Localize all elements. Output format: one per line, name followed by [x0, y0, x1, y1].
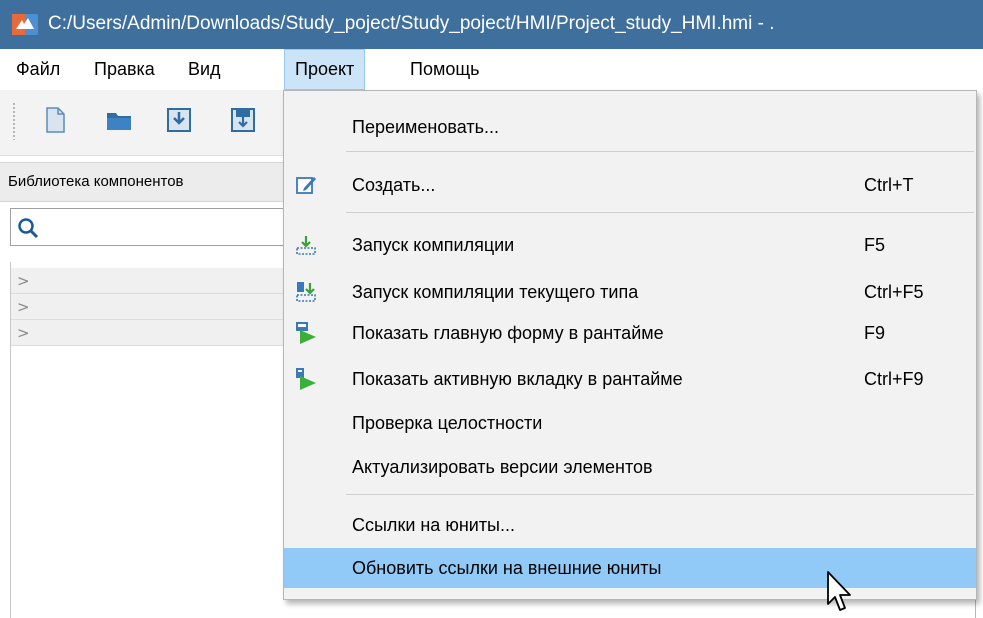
menu-separator: [346, 212, 974, 213]
menu-item-show-active-tab[interactable]: Показать активную вкладку в рантайме Ctr…: [284, 359, 976, 399]
menu-item-compile[interactable]: Запуск компиляции F5: [284, 225, 976, 265]
search-icon: [18, 218, 39, 239]
import-icon[interactable]: [164, 105, 194, 135]
menu-view[interactable]: Вид: [178, 49, 231, 90]
menu-item-compile-current-type[interactable]: Запуск компиляции текущего типа Ctrl+F5: [284, 272, 976, 312]
menu-separator: [346, 151, 974, 152]
toolbar: [0, 90, 290, 156]
toolbar-grip[interactable]: [12, 102, 16, 140]
title-bar: C:/Users/Admin/Downloads/Study_poject/St…: [0, 0, 983, 49]
menu-item-rename[interactable]: Переименовать...: [284, 107, 976, 147]
open-folder-icon[interactable]: [104, 105, 134, 135]
component-tree: > > >: [10, 262, 293, 618]
menu-bar: Файл Правка Вид Проект Помощь: [0, 49, 983, 90]
search-input[interactable]: [10, 208, 292, 246]
save-icon[interactable]: [228, 105, 258, 135]
menu-item-update-element-versions[interactable]: Актуализировать версии элементов: [284, 447, 976, 487]
window-title: C:/Users/Admin/Downloads/Study_poject/St…: [48, 13, 775, 34]
compile-type-icon: [296, 282, 316, 302]
mouse-pointer-icon: [827, 571, 851, 611]
menu-item-integrity-check[interactable]: Проверка целостности: [284, 403, 976, 443]
project-menu-dropdown: Переименовать... Создать... Ctrl+T Запус…: [283, 90, 977, 600]
menu-item-show-main-form[interactable]: Показать главную форму в рантайме F9: [284, 313, 976, 353]
tree-row[interactable]: >: [11, 294, 293, 320]
menu-edit[interactable]: Правка: [84, 49, 165, 90]
tree-row[interactable]: >: [11, 268, 293, 294]
menu-file[interactable]: Файл: [6, 49, 70, 90]
component-library-header: Библиотека компонентов: [0, 162, 290, 202]
compile-icon: [296, 236, 316, 255]
menu-item-unit-links[interactable]: Ссылки на юниты...: [284, 505, 976, 545]
app-logo-icon: [12, 14, 38, 35]
menu-item-update-external-unit-links[interactable]: Обновить ссылки на внешние юниты: [284, 548, 976, 588]
menu-project[interactable]: Проект: [284, 49, 366, 90]
menu-separator: [346, 494, 974, 495]
run-tab-icon: [296, 368, 316, 390]
run-form-icon: [296, 322, 316, 344]
tree-row[interactable]: >: [11, 320, 293, 346]
menu-item-create[interactable]: Создать... Ctrl+T: [284, 165, 976, 205]
new-file-icon[interactable]: [40, 105, 70, 135]
menu-help[interactable]: Помощь: [400, 49, 490, 90]
edit-icon: [296, 177, 316, 194]
